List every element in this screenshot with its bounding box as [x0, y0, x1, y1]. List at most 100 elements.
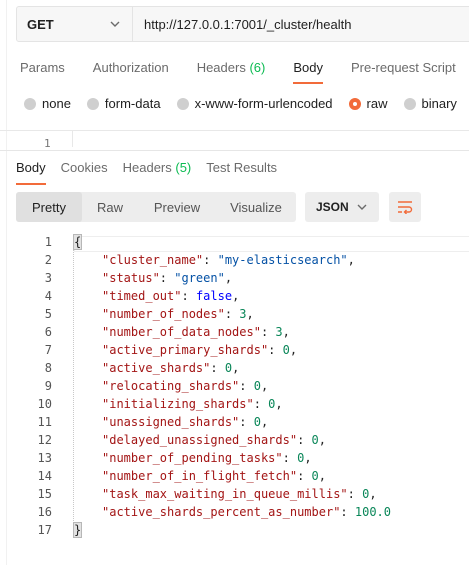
url-input[interactable]: http://127.0.0.1:7001/_cluster/health	[133, 7, 469, 41]
code-line: 7 "active_primary_shards": 0,	[0, 341, 469, 359]
tab-params[interactable]: Params	[20, 60, 65, 84]
line-number: 5	[44, 307, 52, 321]
json-key: "active_shards_percent_as_number"	[102, 505, 341, 519]
tab-label: Headers	[196, 60, 250, 75]
json-key: "number_of_data_nodes"	[102, 325, 261, 339]
code-line: 13 "number_of_pending_tasks": 0,	[0, 449, 469, 467]
radio-indicator	[348, 97, 361, 110]
body-type-radio-none[interactable]: none	[24, 96, 71, 111]
json-key: "delayed_unassigned_shards"	[102, 433, 298, 447]
code-line: 11 "unassigned_shards": 0,	[0, 413, 469, 431]
tab-pre-request-script[interactable]: Pre-request Script	[351, 60, 456, 84]
view-preview-button[interactable]: Preview	[138, 192, 216, 222]
line-number: 16	[37, 505, 52, 519]
json-punctuation: ,	[318, 433, 326, 447]
response-tabs: Body Cookies Headers (5) Test Results	[16, 160, 292, 186]
request-body-editor[interactable]: 1	[0, 130, 469, 150]
pane-divider[interactable]	[0, 150, 469, 151]
chevron-down-icon	[110, 21, 120, 27]
response-view-toggle: Pretty Raw Preview Visualize	[16, 192, 296, 222]
line-content: "number_of_nodes": 3,	[102, 305, 254, 323]
wrap-lines-button[interactable]	[389, 192, 421, 222]
json-punctuation: ,	[275, 397, 283, 411]
tab-label: Test Results	[206, 160, 278, 175]
radio-indicator	[176, 97, 189, 110]
radio-indicator	[86, 97, 99, 110]
body-type-radio-binary[interactable]: binary	[403, 96, 457, 111]
response-body-viewer[interactable]: 1{2 "cluster_name": "my-elasticsearch", 3 "…	[0, 233, 469, 539]
json-brace: }	[72, 522, 83, 538]
view-visualize-button[interactable]: Visualize	[216, 192, 296, 222]
tab-headers[interactable]: Headers (6)	[197, 60, 266, 84]
json-punctuation: ,	[304, 451, 312, 465]
json-string-value: "my-elasticsearch"	[217, 253, 348, 267]
response-tab-headers[interactable]: Headers (5)	[123, 160, 192, 186]
response-tab-cookies[interactable]: Cookies	[61, 160, 108, 186]
json-punctuation: :	[282, 451, 298, 465]
body-type-radio-raw[interactable]: raw	[348, 96, 388, 111]
editor-line-number: 1	[44, 137, 51, 150]
radio-label: form-data	[104, 96, 161, 111]
json-number-value: 0	[282, 343, 290, 357]
json-punctuation: :	[268, 343, 283, 357]
tab-authorization[interactable]: Authorization	[93, 60, 169, 84]
line-number: 4	[44, 289, 52, 303]
http-method-select[interactable]: GET	[17, 7, 133, 41]
json-punctuation: :	[260, 325, 276, 339]
tab-label: Headers	[122, 160, 176, 175]
radio-label: x-www-form-urlencoded	[194, 96, 333, 111]
view-pretty-button[interactable]: Pretty	[16, 192, 82, 222]
code-line: 17}	[0, 521, 469, 539]
line-number: 2	[44, 253, 52, 267]
code-line: 16 "active_shards_percent_as_number": 100…	[0, 503, 469, 521]
line-number: 13	[37, 451, 52, 465]
code-line: 8 "active_shards": 0,	[0, 359, 469, 377]
json-number-value: 0	[311, 433, 319, 447]
http-method-label: GET	[27, 16, 54, 32]
format-select[interactable]: JSON	[305, 192, 379, 222]
code-line: 15 "task_max_waiting_in_queue_millis": 0,	[0, 485, 469, 503]
line-content: "unassigned_shards": 0,	[102, 413, 268, 431]
json-number-value: 0	[253, 415, 261, 429]
line-number: 12	[37, 433, 52, 447]
json-punctuation: :	[239, 379, 254, 393]
tab-label: Cookies	[60, 160, 108, 175]
tab-body[interactable]: Body	[293, 60, 323, 84]
json-key: "number_of_in_flight_fetch"	[102, 469, 298, 483]
json-key: "relocating_shards"	[102, 379, 240, 393]
line-content: "task_max_waiting_in_queue_millis": 0,	[102, 485, 377, 503]
json-punctuation: ,	[260, 415, 269, 429]
json-number-value: 0	[311, 469, 319, 483]
json-punctuation: :	[297, 433, 312, 447]
format-select-label: JSON	[316, 200, 349, 214]
url-text: http://127.0.0.1:7001/_cluster/health	[144, 16, 352, 32]
code-line: 2 "cluster_name": "my-elasticsearch",	[0, 251, 469, 269]
body-type-radio-x-www-form-urlencoded[interactable]: x-www-form-urlencoded	[176, 96, 333, 111]
line-content: {	[72, 233, 83, 251]
json-key: "status"	[102, 271, 160, 285]
code-line: 9 "relocating_shards": 0,	[0, 377, 469, 395]
response-tab-test-results[interactable]: Test Results	[206, 160, 277, 186]
json-punctuation: :	[203, 253, 218, 267]
json-punctuation: :	[210, 361, 225, 375]
code-line: 14 "number_of_in_flight_fetch": 0,	[0, 467, 469, 485]
json-punctuation: ,	[224, 271, 233, 285]
line-number: 8	[44, 361, 52, 375]
json-punctuation: ,	[246, 307, 254, 321]
radio-label: binary	[421, 96, 457, 111]
code-line: 6 "number_of_data_nodes": 3,	[0, 323, 469, 341]
line-number: 3	[44, 271, 52, 285]
line-content: "active_shards_percent_as_number": 100.0	[102, 503, 391, 521]
response-tab-body[interactable]: Body	[16, 160, 46, 186]
json-punctuation: :	[239, 415, 254, 429]
json-key: "timed_out"	[102, 289, 182, 303]
radio-label: none	[42, 96, 71, 111]
view-raw-button[interactable]: Raw	[82, 192, 138, 222]
json-number-value: 3	[239, 307, 247, 321]
line-content: "initializing_shards": 0,	[102, 395, 283, 413]
body-type-radio-form-data[interactable]: form-data	[86, 96, 161, 111]
tab-label: Authorization	[92, 60, 169, 75]
json-punctuation: ,	[318, 469, 326, 483]
json-punctuation: ,	[232, 361, 240, 375]
line-content: "active_shards": 0,	[102, 359, 239, 377]
